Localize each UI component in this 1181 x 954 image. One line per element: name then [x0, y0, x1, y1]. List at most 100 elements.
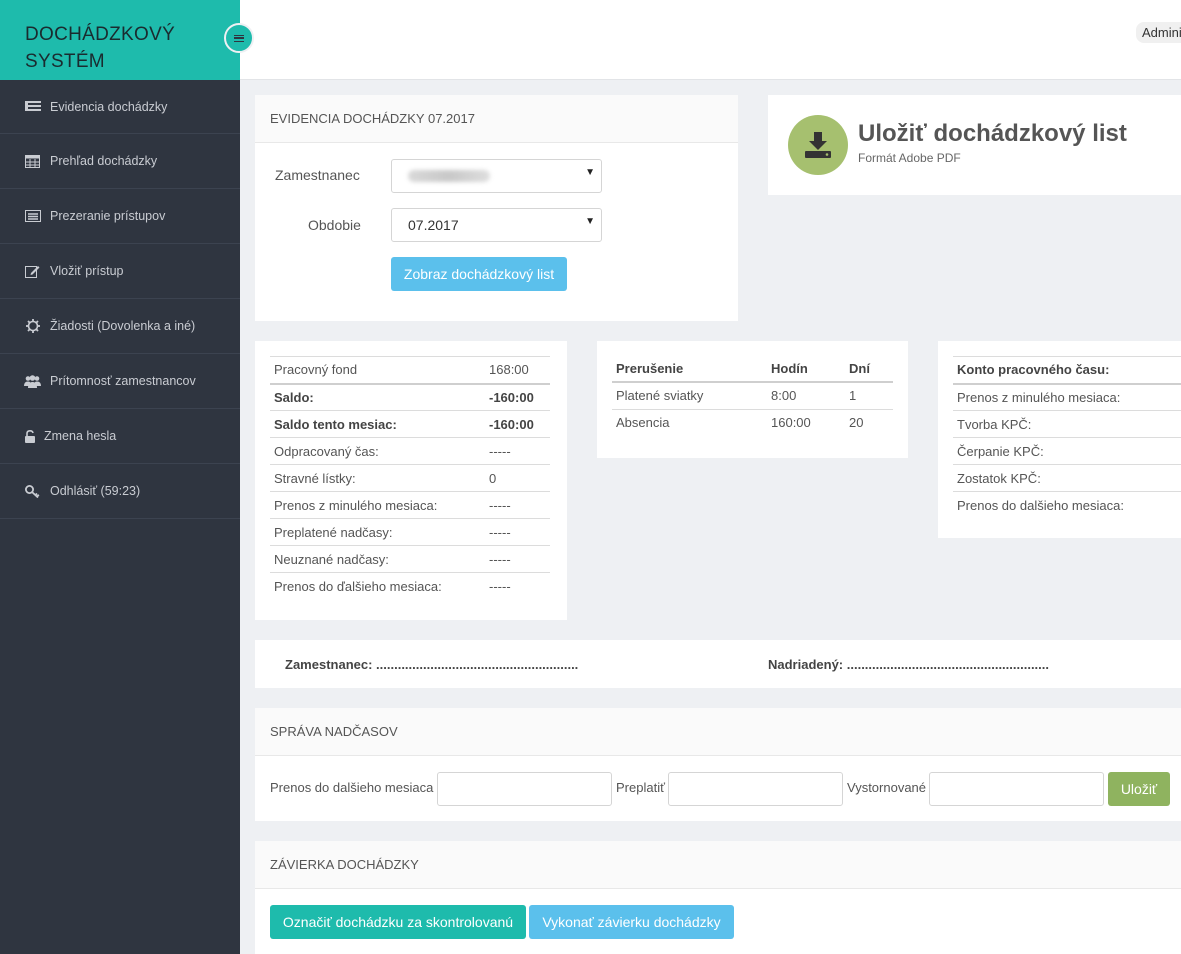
- account-header: Konto pracovného času:: [953, 356, 1181, 384]
- table-list-icon: [24, 209, 41, 223]
- brand-logo[interactable]: DOCHÁDZKOVÝ SYSTÉM: [0, 0, 240, 80]
- unlock-icon: [24, 429, 35, 443]
- summary-label: Prenos do ďalšieho mesiaca:: [270, 572, 485, 600]
- save-overtime-button[interactable]: Uložiť: [1108, 772, 1170, 806]
- summary-label: Neuznané nadčasy:: [270, 545, 485, 573]
- summary-value: -----: [485, 572, 550, 600]
- summary-label: Prenos z minulého mesiaca:: [270, 491, 485, 519]
- summary-row: Pracovný fond 168:00: [270, 356, 550, 384]
- menu-toggle-button[interactable]: [224, 23, 254, 53]
- gear-icon: [24, 319, 41, 333]
- user-menu[interactable]: Administrator: [1136, 22, 1181, 43]
- summary-row: Saldo tento mesiac: -160:00: [270, 410, 550, 438]
- signature-panel: Zamestnanec: ...........................…: [255, 640, 1181, 688]
- account-table: Konto pracovného času: Prenos z minulého…: [953, 356, 1181, 519]
- summary-value: 168:00: [485, 356, 550, 384]
- table-cell: 1: [849, 388, 857, 404]
- transfer-input[interactable]: [437, 772, 612, 806]
- employee-label: Zamestnanec: [275, 167, 360, 183]
- sidebar: DOCHÁDZKOVÝ SYSTÉM Evidencia dochádzky P…: [0, 0, 240, 954]
- table-cell: Tvorba KPČ:: [953, 410, 1181, 438]
- table-row: Platené sviatky 8:00 1: [612, 382, 893, 409]
- summary-value: -----: [485, 491, 550, 519]
- summary-row: Saldo: -160:00: [270, 382, 550, 411]
- sidebar-item-label: Prítomnosť zamestnancov: [50, 374, 196, 388]
- employee-signature-line: Zamestnanec: ...........................…: [285, 657, 579, 672]
- payout-label: Preplatiť: [616, 780, 665, 795]
- mark-checked-button[interactable]: Označiť dochádzku za skontrolovanú: [270, 905, 526, 939]
- column-header: Dní: [845, 355, 893, 383]
- table-cell: Prenos z minulého mesiaca:: [953, 382, 1181, 411]
- payout-input[interactable]: [668, 772, 843, 806]
- users-icon: [24, 374, 41, 388]
- summary-value: -----: [485, 437, 550, 465]
- summary-value: 0: [485, 464, 550, 492]
- dropdown-caret-icon: ▼: [585, 216, 595, 227]
- summary-row: Preplatené nadčasy: -----: [270, 518, 550, 546]
- overtime-panel: SPRÁVA NADČASOV Prenos do dalšieho mesia…: [255, 708, 1181, 821]
- list-icon: [24, 100, 41, 114]
- sidebar-item-label: Odhlásiť (59:23): [50, 484, 141, 498]
- transfer-label: Prenos do dalšieho mesiaca: [270, 780, 434, 795]
- column-header: Hodín: [767, 355, 845, 383]
- period-value: 07.2017: [408, 217, 459, 233]
- dropdown-caret-icon: ▼: [585, 167, 595, 178]
- period-label: Obdobie: [308, 217, 361, 233]
- table-row: Prenos do dalšieho mesiaca:: [953, 491, 1181, 519]
- sidebar-item-vlozit[interactable]: Vložiť prístup: [0, 244, 240, 299]
- summary-label: Pracovný fond: [270, 356, 485, 384]
- calendar-icon: [24, 154, 41, 168]
- closing-panel: ZÁVIERKA DOCHÁDZKY Označiť dochádzku za …: [255, 841, 1181, 954]
- download-panel[interactable]: Uložiť dochádzkový list Formát Adobe PDF: [768, 95, 1181, 195]
- sidebar-item-label: Prehľad dochádzky: [50, 154, 158, 168]
- sidebar-item-ziadosti[interactable]: Žiadosti (Dovolenka a iné): [0, 299, 240, 354]
- sidebar-item-prezeranie[interactable]: Prezeranie prístupov: [0, 189, 240, 244]
- overtime-heading: SPRÁVA NADČASOV: [255, 708, 1181, 756]
- show-attendance-button[interactable]: Zobraz dochádzkový list: [391, 257, 567, 291]
- supervisor-signature-line: Nadriadený: ............................…: [768, 657, 1050, 672]
- cancelled-label: Vystornované: [847, 780, 927, 795]
- summary-row: Stravné lístky: 0: [270, 464, 550, 492]
- brand-line-1: DOCHÁDZKOVÝ: [25, 24, 176, 45]
- summary-label: Saldo:: [270, 382, 485, 411]
- table-cell: 20: [845, 408, 893, 436]
- table-row: Tvorba KPČ:: [953, 410, 1181, 438]
- sidebar-item-pritomnost[interactable]: Prítomnosť zamestnancov: [0, 354, 240, 409]
- summary-panel: Pracovný fond 168:00 Saldo: -160:00 Saldo te…: [255, 341, 567, 620]
- download-icon[interactable]: [788, 115, 848, 175]
- period-select[interactable]: 07.2017 ▼: [391, 208, 602, 242]
- sidebar-item-zmena-hesla[interactable]: Zmena hesla: [0, 409, 240, 464]
- table-row: Prenos z minulého mesiaca:: [953, 382, 1181, 411]
- table-row: Konto pracovného času:: [953, 356, 1181, 384]
- download-subtitle: Formát Adobe PDF: [858, 151, 961, 165]
- download-title[interactable]: Uložiť dochádzkový list: [858, 120, 1127, 148]
- table-row: Zostatok KPČ:: [953, 464, 1181, 492]
- employee-select[interactable]: ▼: [391, 159, 602, 193]
- cancelled-input[interactable]: [929, 772, 1104, 806]
- close-attendance-button[interactable]: Vykonať závierku dochádzky: [529, 905, 734, 939]
- top-bar: Administrator: [240, 0, 1181, 80]
- edit-icon: [24, 264, 41, 278]
- closing-heading: ZÁVIERKA DOCHÁDZKY: [255, 841, 1181, 889]
- sidebar-item-prehlad[interactable]: Prehľad dochádzky: [0, 134, 240, 189]
- sidebar-item-label: Prezeranie prístupov: [50, 209, 166, 223]
- summary-label: Stravné lístky:: [270, 464, 485, 492]
- sidebar-item-evidencia[interactable]: Evidencia dochádzky: [0, 80, 240, 134]
- summary-label: Saldo tento mesiac:: [270, 410, 485, 438]
- sidebar-item-label: Evidencia dochádzky: [50, 99, 168, 114]
- summary-value: -160:00: [485, 410, 550, 438]
- summary-table: Pracovný fond 168:00 Saldo: -160:00 Saldo te…: [270, 356, 550, 600]
- sidebar-item-label: Žiadosti (Dovolenka a iné): [50, 319, 196, 333]
- table-cell: Platené sviatky: [616, 388, 704, 404]
- summary-row: Neuznané nadčasy: -----: [270, 545, 550, 573]
- evidence-panel: EVIDENCIA DOCHÁDZKY 07.2017 Zamestnanec …: [255, 95, 738, 321]
- evidence-heading: EVIDENCIA DOCHÁDZKY 07.2017: [255, 95, 738, 143]
- employee-name-redacted: [408, 170, 490, 182]
- summary-row: Odpracovaný čas: -----: [270, 437, 550, 465]
- sidebar-item-odhlasit[interactable]: Odhlásiť (59:23): [0, 464, 240, 519]
- summary-row: Prenos do ďalšieho mesiaca: -----: [270, 572, 550, 600]
- summary-label: Preplatené nadčasy:: [270, 518, 485, 546]
- summary-row: Prenos z minulého mesiaca: -----: [270, 491, 550, 519]
- sidebar-menu: Evidencia dochádzky Prehľad dochádzky Pr…: [0, 80, 240, 519]
- table-cell: 160:00: [767, 408, 845, 436]
